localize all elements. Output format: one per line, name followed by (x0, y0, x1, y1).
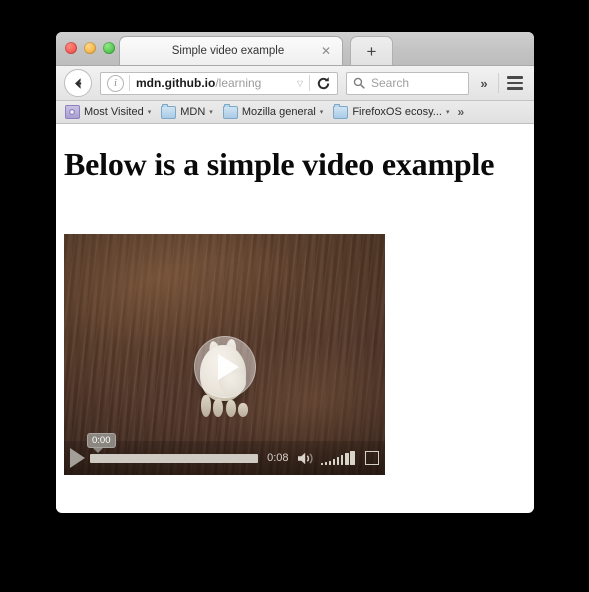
bookmarks-overflow-button[interactable]: » (457, 105, 464, 119)
volume-bar (350, 451, 355, 465)
duration-label: 0:08 (267, 452, 289, 464)
fullscreen-button[interactable] (365, 451, 379, 465)
url-path: /learning (215, 76, 262, 90)
hamburger-line (507, 76, 523, 79)
volume-bar (340, 455, 343, 465)
minimize-window-button[interactable] (84, 42, 96, 54)
rabbit-leg (238, 403, 248, 417)
tab-strip: Simple video example ✕ + (56, 32, 534, 66)
zoom-window-button[interactable] (103, 42, 115, 54)
search-icon (353, 77, 365, 89)
play-button[interactable] (70, 448, 85, 468)
video-controls: 0:00 0:08 (64, 432, 385, 475)
close-tab-icon[interactable]: ✕ (320, 45, 332, 57)
window-controls (65, 42, 115, 54)
close-window-button[interactable] (65, 42, 77, 54)
reload-button[interactable] (315, 75, 332, 92)
tab-simple-video-example[interactable]: Simple video example ✕ (119, 36, 343, 65)
plus-icon: + (366, 41, 377, 61)
speaker-icon (297, 452, 313, 464)
tab-title: Simple video example (171, 45, 285, 57)
search-bar[interactable]: Search (346, 71, 469, 95)
bookmark-label: Mozilla general (241, 106, 316, 118)
page-content: Below is a simple video example 0:00 0:0… (56, 124, 534, 511)
current-time-tooltip: 0:00 (87, 432, 116, 453)
url-bar[interactable]: i mdn.github.io/learning ▽ (100, 71, 338, 95)
back-button[interactable] (64, 69, 92, 97)
bookmarks-bar: Most Visited ▾ MDN ▾ Mozilla general ▾ F… (56, 101, 534, 124)
folder-icon (161, 103, 177, 119)
toolbar-overflow-button[interactable]: » (473, 70, 495, 96)
back-arrow-icon (74, 77, 81, 89)
volume-bar (336, 457, 339, 465)
volume-bar (320, 463, 323, 465)
volume-bar (324, 462, 327, 465)
folder-icon (222, 103, 238, 119)
menu-button[interactable] (502, 70, 528, 96)
new-tab-button[interactable]: + (350, 36, 393, 65)
hamburger-line (507, 81, 523, 85)
bookmark-label: MDN (180, 106, 206, 118)
fullscreen-corner (372, 458, 379, 465)
reload-divider (309, 75, 310, 91)
volume-slider[interactable] (320, 451, 355, 465)
rabbit-leg (213, 399, 223, 417)
fullscreen-corner (365, 458, 372, 465)
reload-icon (317, 76, 330, 89)
bookmark-label: Most Visited (84, 106, 144, 118)
chevron-down-icon[interactable]: ▾ (209, 108, 213, 116)
rabbit-leg (201, 395, 211, 417)
fullscreen-corner (372, 451, 379, 458)
url-divider (129, 75, 130, 91)
big-play-button[interactable] (193, 336, 256, 398)
most-visited-icon (65, 105, 80, 119)
play-icon (217, 354, 239, 380)
page-title: Below is a simple video example (64, 146, 495, 182)
volume-button[interactable] (297, 451, 314, 466)
bookmark-most-visited[interactable]: Most Visited ▾ (61, 104, 155, 120)
search-input[interactable]: Search (371, 76, 409, 90)
chevron-down-icon[interactable]: ▾ (148, 108, 152, 116)
url-host: mdn.github.io (136, 76, 216, 90)
volume-bar (332, 459, 335, 465)
fullscreen-corner (365, 451, 372, 458)
browser-window: Simple video example ✕ + i mdn.github.io… (56, 32, 534, 513)
chevron-down-icon[interactable]: ▾ (320, 108, 324, 116)
rabbit-leg (226, 400, 236, 417)
folder-icon (333, 103, 349, 119)
bookmark-mdn[interactable]: MDN ▾ (157, 103, 217, 120)
bookmark-firefoxos-ecosystem[interactable]: FirefoxOS ecosy... ▾ (329, 103, 453, 120)
bookmark-label: FirefoxOS ecosy... (352, 106, 442, 118)
video-player[interactable]: 0:00 0:08 (64, 234, 385, 475)
chevron-down-icon[interactable]: ▾ (446, 108, 450, 116)
hamburger-line (507, 87, 523, 90)
chevron-down-icon[interactable]: ▽ (297, 79, 303, 88)
info-icon[interactable]: i (107, 74, 124, 92)
volume-bar (328, 461, 331, 465)
progress-slider[interactable]: 0:00 (87, 432, 259, 463)
toolbar-divider (498, 73, 499, 93)
volume-bar (344, 453, 349, 465)
bookmark-mozilla-general[interactable]: Mozilla general ▾ (219, 103, 328, 120)
navigation-toolbar: i mdn.github.io/learning ▽ Search » (56, 66, 534, 101)
url-text: mdn.github.io/learning (136, 76, 291, 90)
